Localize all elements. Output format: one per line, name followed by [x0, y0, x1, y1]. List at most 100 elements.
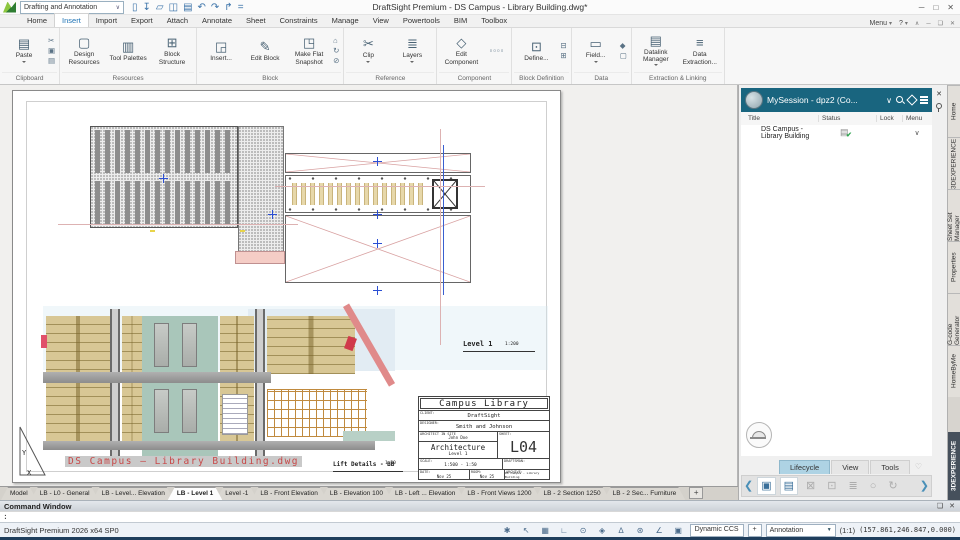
command-input[interactable]: : — [0, 511, 960, 522]
side-tab-home[interactable]: Home — [948, 85, 960, 137]
menu-tab-view[interactable]: View — [366, 14, 396, 27]
tag-icon[interactable] — [906, 94, 917, 105]
sheet-tab-left-elevation[interactable]: LB - Left ... Elevation — [386, 487, 464, 500]
grid-icon[interactable]: ▦ — [538, 524, 553, 537]
update-field-icon[interactable]: ▢ — [620, 51, 627, 60]
side-tab-3dexperience[interactable]: 3DEXPERIENCE — [948, 137, 960, 189]
open-file-icon[interactable]: ▱ — [156, 2, 164, 13]
chevron-down-icon[interactable]: ∨ — [886, 96, 892, 105]
sheet-tab-front-views-1200[interactable]: LB - Front Views 1200 — [458, 487, 540, 500]
scroll-right-icon[interactable]: ❯ — [920, 481, 929, 492]
sheet-tab-level-minus1[interactable]: Level -1 — [216, 487, 257, 500]
add-sheet-button[interactable]: + — [689, 487, 703, 499]
save-icon[interactable]: ◫ — [169, 2, 178, 13]
edit-block-button[interactable]: ✎ Edit Block — [243, 39, 287, 62]
menu-tab-import[interactable]: Import — [89, 14, 124, 27]
menu-tab-export[interactable]: Export — [124, 14, 160, 27]
copy-mode-icon[interactable]: ▣ — [671, 524, 686, 537]
replace-block-icon[interactable]: ↻ — [333, 46, 339, 55]
menu-tab-attach[interactable]: Attach — [160, 14, 195, 27]
sheet-tab-2-section-1250[interactable]: LB - 2 Section 1250 — [535, 487, 610, 500]
side-tab-properties[interactable]: Properties — [948, 241, 960, 293]
menu-tab-toolbox[interactable]: Toolbox — [474, 14, 514, 27]
menu-tab-annotate[interactable]: Annotate — [195, 14, 239, 27]
menu-tab-powertools[interactable]: Powertools — [396, 14, 447, 27]
lock-icon[interactable]: ⊠ — [802, 477, 819, 495]
hyperlink-icon[interactable]: ◆ — [620, 41, 627, 50]
doc-restore-button[interactable]: ❏ — [938, 20, 943, 27]
collapse-ribbon-icon[interactable]: ∧ — [915, 20, 919, 27]
qat-overflow-icon[interactable]: = — [238, 2, 244, 13]
sheet-tab-level-elevation[interactable]: LB - Level... Elevation — [93, 487, 174, 500]
database-icon[interactable]: ≣ — [844, 477, 861, 495]
menu-tab-sheet[interactable]: Sheet — [239, 14, 273, 27]
checkin-icon[interactable]: ▣ — [757, 477, 775, 495]
annotation-scale-select[interactable]: Annotation ▼ — [766, 524, 836, 537]
help-button[interactable]: ? ▾ — [899, 20, 908, 27]
close-command-icon[interactable]: ✕ — [949, 502, 955, 510]
define-block-button[interactable]: ⊡ Define... — [514, 39, 558, 62]
explore-icon[interactable]: ○ — [866, 477, 881, 495]
side-tab-3dexperience-active[interactable]: 3DEXPERIENCE — [948, 432, 960, 500]
component-mini-2-icon[interactable]: ▫ — [493, 46, 496, 55]
attach-import-icon[interactable]: ↧ — [143, 2, 151, 13]
purge-icon[interactable]: ⊘ — [333, 56, 339, 65]
sheet-tab-model[interactable]: Model — [1, 487, 37, 500]
menu-icon[interactable] — [920, 96, 928, 104]
side-tab-gcode-generator[interactable]: G-code Generator — [948, 293, 960, 345]
refresh-icon[interactable]: ↻ — [884, 477, 901, 495]
sheet-tab-l0-general[interactable]: LB - L0 - General — [31, 487, 99, 500]
command-window-titlebar[interactable]: Command Window ❏ ✕ — [0, 500, 960, 511]
component-mini-4-icon[interactable]: ▫ — [501, 46, 504, 55]
row-menu-chevron-icon[interactable]: ∨ — [902, 129, 932, 137]
pointer-icon[interactable]: ↖ — [519, 524, 534, 537]
component-mini-3-icon[interactable]: ▫ — [497, 46, 500, 55]
panel-close-icon[interactable]: ✕ — [936, 90, 942, 98]
view-tab[interactable]: View — [831, 460, 869, 474]
gear-icon[interactable]: ⊛ — [633, 524, 648, 537]
menu-tab-insert[interactable]: Insert — [54, 13, 89, 27]
redo-icon[interactable]: ↷ — [211, 2, 219, 13]
attribute-definition-icon[interactable]: ⊟ — [560, 41, 566, 50]
make-flat-snapshot-button[interactable]: ◳ Make Flat Snapshot — [287, 35, 331, 66]
insert-component-icon[interactable]: ⌂ — [333, 36, 339, 45]
menu-tab-constraints[interactable]: Constraints — [273, 14, 325, 27]
design-resources-button[interactable]: ▢ Design Resources — [62, 35, 106, 66]
session-row[interactable]: DS Campus - Library Building ▤✔ ∨ — [741, 125, 932, 141]
paste-button[interactable]: ▤ Paste — [2, 36, 46, 64]
field-button[interactable]: ▭ Field... — [574, 36, 618, 64]
manage-attributes-icon[interactable]: ⊞ — [560, 51, 566, 60]
cut-icon[interactable]: ✂ — [48, 36, 55, 45]
add-status-item-button[interactable]: + — [748, 524, 762, 537]
insert-block-button[interactable]: ◲ Insert... — [199, 39, 243, 62]
polar-icon[interactable]: ⊙ — [576, 524, 591, 537]
dynamic-ccs-button[interactable]: Dynamic CCS — [690, 524, 744, 537]
close-button[interactable]: ✕ — [947, 3, 954, 12]
doc-close-button[interactable]: ✕ — [950, 20, 955, 27]
edit-component-button[interactable]: ◇ Edit Component — [439, 35, 483, 66]
favorites-icon[interactable]: ♡ — [915, 462, 922, 471]
paste-special-icon[interactable]: ▤ — [48, 56, 55, 65]
session-list-body[interactable] — [741, 141, 932, 456]
print-icon[interactable]: ▤ — [183, 2, 192, 13]
new-revision-icon[interactable]: ▤ — [780, 477, 798, 495]
datalink-manager-button[interactable]: ▤ Datalink Manager — [634, 33, 678, 69]
side-tab-sheet-set-manager[interactable]: Sheet Set Manager — [948, 189, 960, 241]
data-extraction-button[interactable]: ≡ Data Extraction... — [678, 35, 722, 66]
export-sheet-icon[interactable]: ↱ — [224, 2, 232, 13]
menu-button[interactable]: Menu ▾ — [870, 20, 892, 27]
etrack-icon[interactable]: ∆ — [614, 524, 629, 537]
block-structure-button[interactable]: ⊞ Block Structure — [150, 35, 194, 66]
float-panel-icon[interactable]: ❏ — [937, 502, 943, 510]
ccs-icon[interactable]: ∠ — [652, 524, 667, 537]
pin-icon[interactable] — [936, 103, 942, 109]
doc-minimize-button[interactable]: ─ — [926, 21, 930, 27]
copy-icon[interactable]: ▣ — [48, 46, 55, 55]
user-avatar[interactable] — [746, 422, 772, 448]
new-file-icon[interactable]: ▯ — [132, 2, 138, 13]
sheet-tab-level1[interactable]: LB - Level 1 — [168, 487, 222, 500]
scroll-left-icon[interactable]: ❮ — [744, 481, 753, 492]
menu-tab-manage[interactable]: Manage — [325, 14, 366, 27]
maximize-button[interactable]: □ — [933, 3, 938, 12]
sheet-tab-2-sec-furniture[interactable]: LB - 2 Sec... Furniture — [604, 487, 686, 500]
